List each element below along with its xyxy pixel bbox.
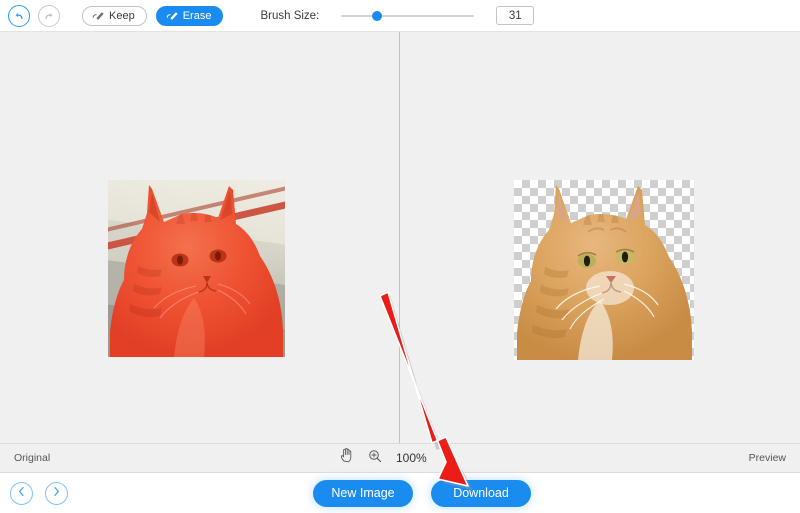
- brush-size-label: Brush Size:: [260, 9, 320, 22]
- cutout-subject: [517, 185, 692, 360]
- keep-brush-button[interactable]: Keep: [82, 5, 147, 26]
- undo-icon: [13, 10, 25, 22]
- background-remover-app: Keep Erase Brush Size: 31 Original 100% …: [0, 0, 800, 513]
- original-pane-label: Original: [14, 452, 51, 464]
- masked-subject-overlay: [110, 185, 283, 357]
- status-bar: Original 100% Preview: [0, 443, 800, 473]
- hand-tool-icon[interactable]: [340, 448, 354, 468]
- image-navigation: [10, 481, 68, 505]
- keep-brush-label: Keep: [109, 9, 135, 22]
- brush-size-slider-track: [341, 14, 475, 17]
- redo-icon: [43, 10, 55, 22]
- keep-brush-icon: [92, 10, 105, 21]
- brush-size-input[interactable]: 31: [496, 6, 535, 25]
- toolbar: Keep Erase Brush Size: 31: [0, 0, 800, 32]
- previous-image-button[interactable]: [10, 481, 33, 505]
- new-image-button[interactable]: New Image: [313, 479, 413, 507]
- action-buttons: New Image Download: [313, 479, 531, 507]
- brush-size-slider[interactable]: [341, 6, 475, 26]
- download-button[interactable]: Download: [431, 479, 531, 507]
- editor-canvas[interactable]: [0, 32, 800, 443]
- brush-size-slider-thumb[interactable]: [372, 10, 383, 21]
- zoom-controls: 100%: [340, 448, 427, 468]
- erase-brush-icon: [166, 10, 179, 21]
- bottom-bar: New Image Download: [0, 473, 800, 513]
- preview-pane-label: Preview: [748, 452, 786, 464]
- zoom-in-icon[interactable]: [368, 449, 382, 468]
- erase-brush-label: Erase: [182, 9, 212, 22]
- original-image[interactable]: [108, 180, 285, 357]
- redo-button[interactable]: [38, 4, 60, 27]
- erase-brush-button[interactable]: Erase: [155, 5, 224, 26]
- preview-image[interactable]: [514, 180, 694, 360]
- pane-divider-handle[interactable]: [399, 32, 400, 443]
- chevron-left-icon: [17, 484, 26, 502]
- undo-button[interactable]: [8, 4, 30, 27]
- next-image-button[interactable]: [45, 481, 68, 505]
- zoom-level-label: 100%: [396, 451, 427, 465]
- chevron-right-icon: [52, 484, 61, 502]
